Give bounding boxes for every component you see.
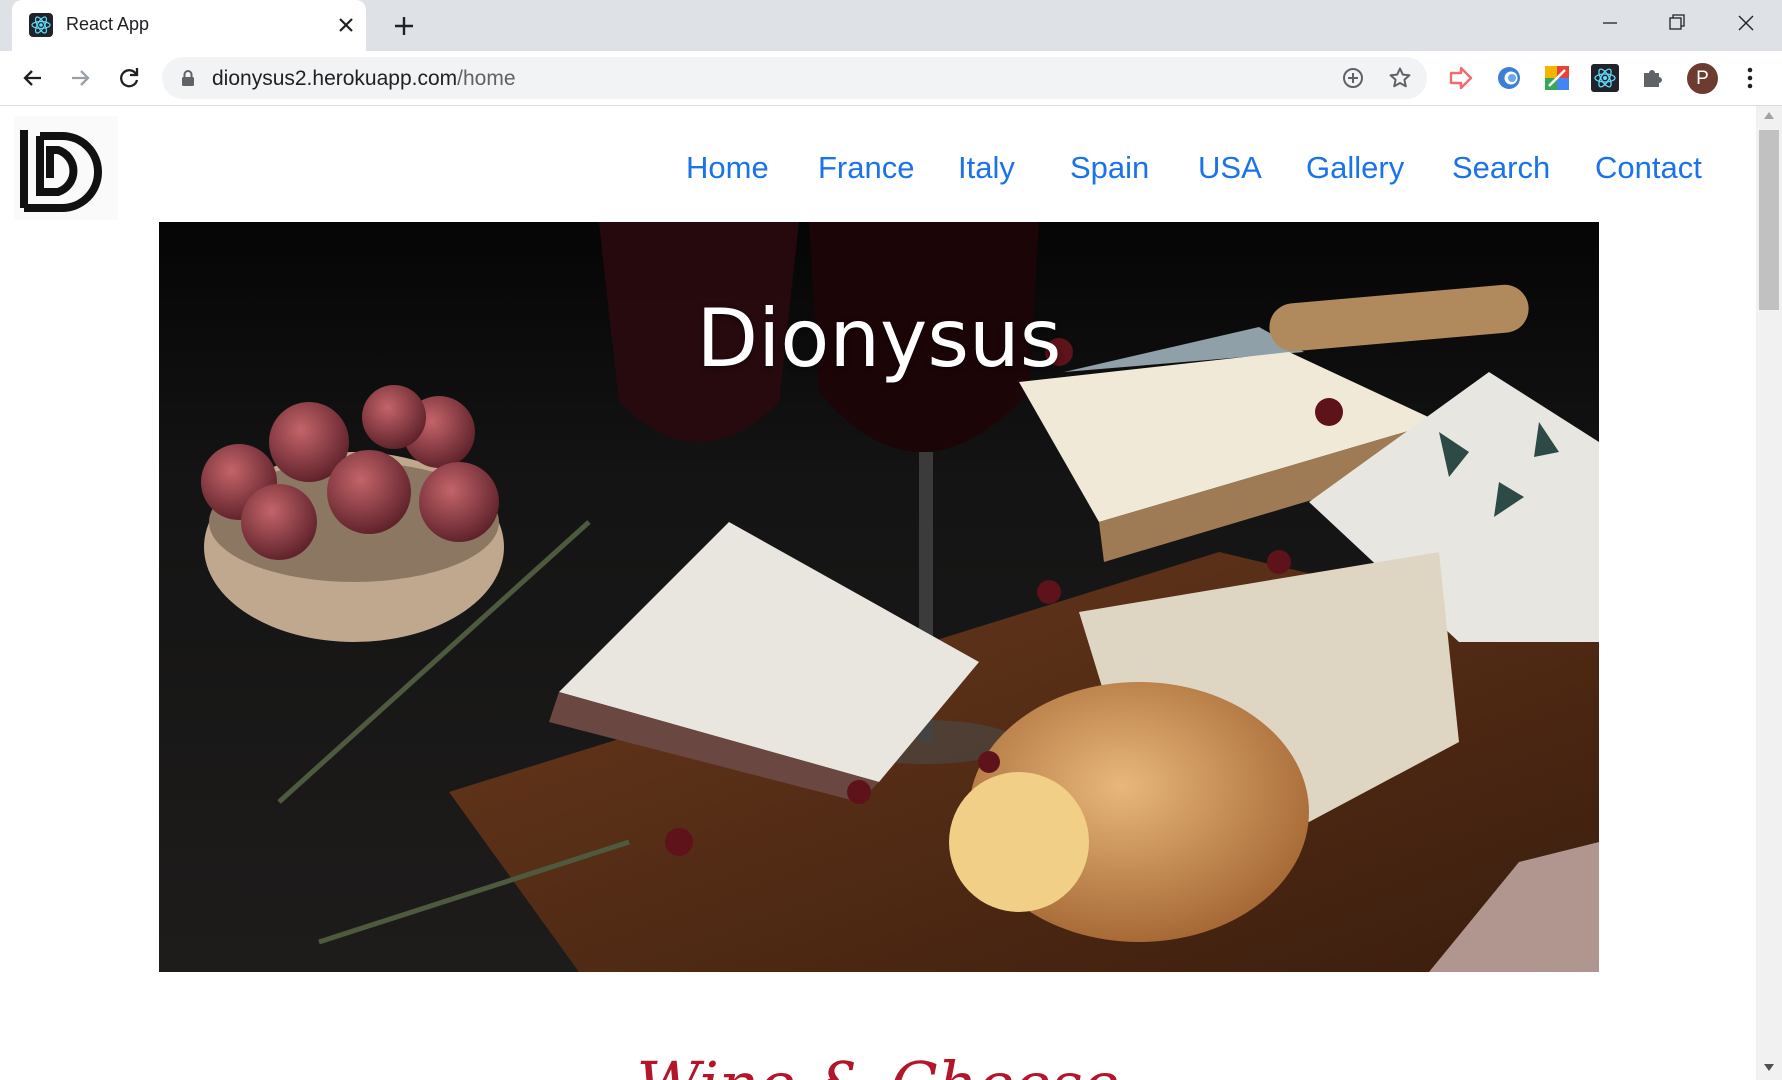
hero-banner: Dionysus bbox=[159, 222, 1599, 972]
react-devtools-icon[interactable] bbox=[1591, 64, 1619, 92]
kebab-menu-icon[interactable] bbox=[1738, 65, 1762, 91]
url-host: dionysus2.herokuapp.com bbox=[212, 67, 458, 90]
extensions-puzzle-icon[interactable] bbox=[1639, 64, 1667, 92]
bookmark-star-icon[interactable] bbox=[1388, 66, 1412, 90]
restore-icon[interactable] bbox=[1654, 8, 1698, 38]
install-app-icon[interactable] bbox=[1341, 66, 1365, 90]
nav-link-spain[interactable]: Spain bbox=[1070, 150, 1149, 186]
scrollbar-thumb[interactable] bbox=[1759, 130, 1779, 310]
scroll-down-arrow-icon[interactable] bbox=[1764, 1064, 1774, 1071]
nav-link-gallery[interactable]: Gallery bbox=[1306, 150, 1404, 186]
page-viewport: Home France Italy Spain USA Gallery Sear… bbox=[0, 106, 1756, 1080]
new-tab-button[interactable] bbox=[390, 12, 418, 40]
forward-arrow-icon[interactable] bbox=[66, 64, 94, 92]
close-icon[interactable] bbox=[334, 13, 358, 37]
nav-link-search[interactable]: Search bbox=[1452, 150, 1550, 186]
react-logo-icon bbox=[29, 13, 53, 37]
page-scrollbar[interactable] bbox=[1756, 106, 1782, 1080]
back-arrow-icon[interactable] bbox=[19, 64, 47, 92]
profile-avatar[interactable]: P bbox=[1687, 63, 1718, 94]
nav-link-home[interactable]: Home bbox=[686, 150, 769, 186]
browser-tabstrip: React App bbox=[0, 0, 1782, 51]
minimize-icon[interactable] bbox=[1588, 8, 1632, 38]
url-text: dionysus2.herokuapp.com/home bbox=[212, 67, 516, 91]
browser-toolbar: dionysus2.herokuapp.com/home P bbox=[0, 51, 1782, 106]
hero-title: Dionysus bbox=[696, 292, 1062, 385]
scroll-up-arrow-icon[interactable] bbox=[1764, 112, 1774, 119]
lock-icon bbox=[180, 69, 196, 87]
extension-arrow-icon[interactable] bbox=[1447, 64, 1475, 92]
nav-link-usa[interactable]: USA bbox=[1198, 150, 1262, 186]
window-close-icon[interactable] bbox=[1724, 8, 1768, 38]
nav-link-france[interactable]: France bbox=[818, 150, 914, 186]
extension-color-grid-icon[interactable] bbox=[1543, 64, 1571, 92]
address-bar[interactable]: dionysus2.herokuapp.com/home bbox=[162, 57, 1427, 99]
section-heading: Wine & Cheese bbox=[0, 1048, 1756, 1080]
browser-tab[interactable]: React App bbox=[12, 0, 366, 51]
nav-link-italy[interactable]: Italy bbox=[958, 150, 1015, 186]
tab-title: React App bbox=[66, 14, 150, 34]
extension-circle-icon[interactable] bbox=[1495, 64, 1523, 92]
site-navigation: Home France Italy Spain USA Gallery Sear… bbox=[0, 150, 1756, 190]
url-path: /home bbox=[457, 67, 516, 90]
reload-icon[interactable] bbox=[115, 64, 143, 92]
nav-link-contact[interactable]: Contact bbox=[1595, 150, 1702, 186]
